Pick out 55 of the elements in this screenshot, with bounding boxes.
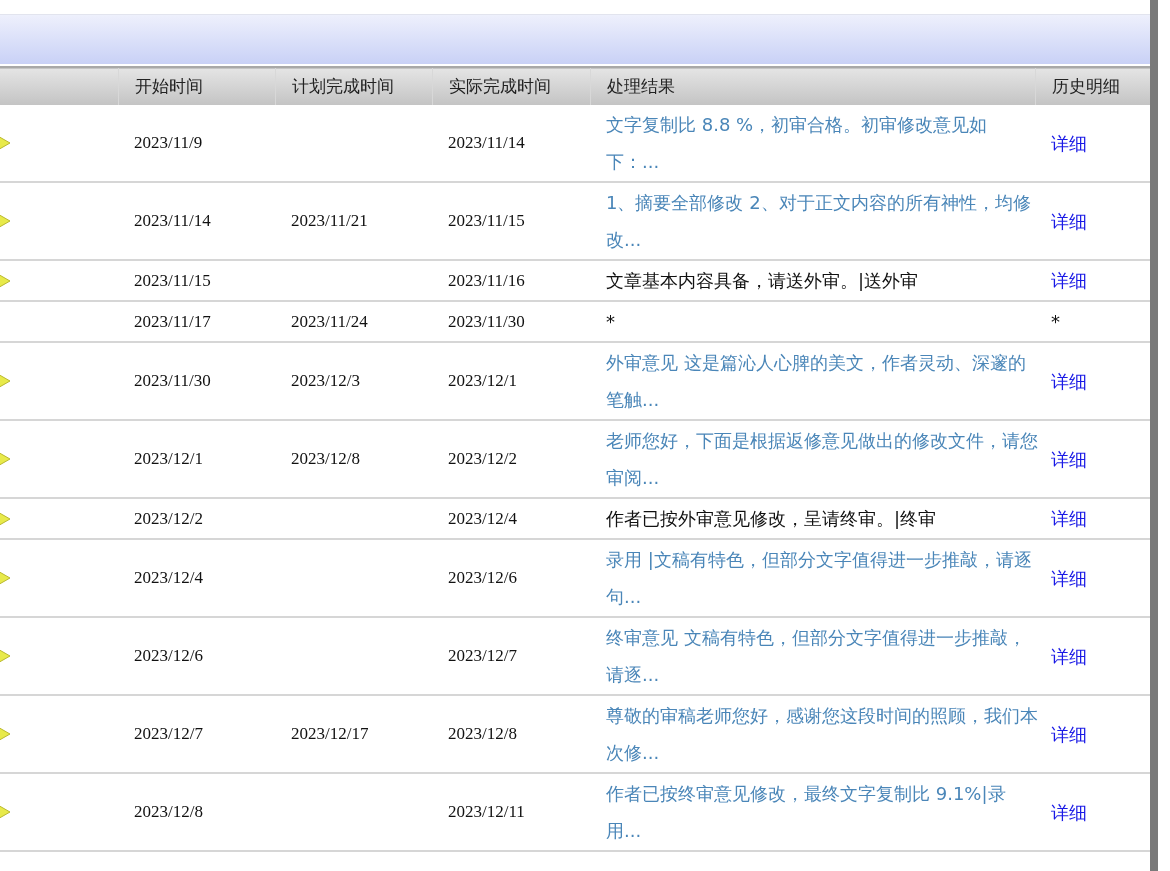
result-text[interactable]: 1、摘要全部修改 2、对于正文内容的所有神性，均修改... xyxy=(606,184,1038,258)
detail-link[interactable]: 详细 xyxy=(1051,723,1087,745)
table-cell: 2023/12/8 xyxy=(448,724,517,744)
table-cell: 2023/12/6 xyxy=(134,646,203,666)
column-header: 计划完成时间 xyxy=(291,75,394,96)
table-cell: 2023/12/2 xyxy=(134,508,203,528)
table-cell: 2023/11/30 xyxy=(134,371,211,391)
table-cell: 2023/11/16 xyxy=(448,270,525,290)
detail-link[interactable]: 详细 xyxy=(1051,645,1087,667)
result-text: * xyxy=(606,310,616,334)
result-text[interactable]: 录用 |文稿有特色，但部分文字值得进一步推敲，请逐句... xyxy=(606,541,1038,615)
detail-link[interactable]: 详细 xyxy=(1051,132,1087,154)
table-cell: 2023/12/17 xyxy=(291,724,369,744)
result-text[interactable]: 作者已按终审意见修改，最终文字复制比 9.1%|录用... xyxy=(606,775,1038,849)
column-header: 处理结果 xyxy=(606,75,675,96)
column-header: 实际完成时间 xyxy=(448,75,551,96)
detail-link[interactable]: 详细 xyxy=(1051,567,1087,589)
table-cell: 2023/12/7 xyxy=(448,646,517,666)
detail-link[interactable]: 详细 xyxy=(1051,801,1087,823)
table-cell: 2023/12/11 xyxy=(448,802,525,822)
table-cell: 2023/11/14 xyxy=(448,133,525,153)
table-cell: 2023/12/8 xyxy=(134,802,203,822)
result-text: 作者已按外审意见修改，呈请终审。|终审 xyxy=(606,507,938,531)
table-cell: 2023/12/4 xyxy=(134,568,203,588)
table-cell: 2023/12/8 xyxy=(291,449,360,469)
table-cell: 2023/12/1 xyxy=(448,371,517,391)
table-cell: 2023/11/17 xyxy=(134,311,211,331)
table-cell: 2023/12/6 xyxy=(448,568,517,588)
result-text[interactable]: 终审意见 文稿有特色，但部分文字值得进一步推敲，请逐... xyxy=(606,619,1038,693)
result-text[interactable]: 文字复制比 8.8 %，初审合格。初审修改意见如下：... xyxy=(606,106,1038,180)
column-header: 历史明细 xyxy=(1051,75,1120,96)
detail-link[interactable]: 详细 xyxy=(1051,370,1087,392)
table-cell: 2023/11/21 xyxy=(291,211,368,231)
table-cell: 2023/11/14 xyxy=(134,211,211,231)
result-text[interactable]: 外审意见 这是篇沁人心脾的美文，作者灵动、深邃的笔触... xyxy=(606,344,1038,418)
table-cell: 2023/11/9 xyxy=(134,133,203,153)
result-text[interactable]: 尊敬的审稿老师您好，感谢您这段时间的照顾，我们本次修... xyxy=(606,697,1038,771)
table-cell: 2023/12/4 xyxy=(448,508,517,528)
detail-link[interactable]: 详细 xyxy=(1051,448,1087,470)
detail-link[interactable]: 详细 xyxy=(1051,270,1087,291)
table-cell: 2023/11/30 xyxy=(448,311,525,331)
table-cell: * xyxy=(1051,311,1060,332)
result-text: 文章基本内容具备，请送外审。|送外审 xyxy=(606,269,920,293)
table-cell: 2023/12/2 xyxy=(448,449,517,469)
scrollbar[interactable] xyxy=(1150,0,1158,871)
column-header: 开始时间 xyxy=(134,75,203,96)
detail-link[interactable]: 详细 xyxy=(1051,508,1087,529)
table-cell: 2023/12/3 xyxy=(291,371,360,391)
table-cell: 2023/12/1 xyxy=(134,449,203,469)
table-cell: 2023/11/15 xyxy=(134,270,211,290)
result-text[interactable]: 老师您好，下面是根据返修意见做出的修改文件，请您审阅... xyxy=(606,422,1038,496)
detail-link[interactable]: 详细 xyxy=(1051,210,1087,232)
table-cell: 2023/11/15 xyxy=(448,211,525,231)
table-cell: 2023/11/24 xyxy=(291,311,368,331)
table-cell: 2023/12/7 xyxy=(134,724,203,744)
